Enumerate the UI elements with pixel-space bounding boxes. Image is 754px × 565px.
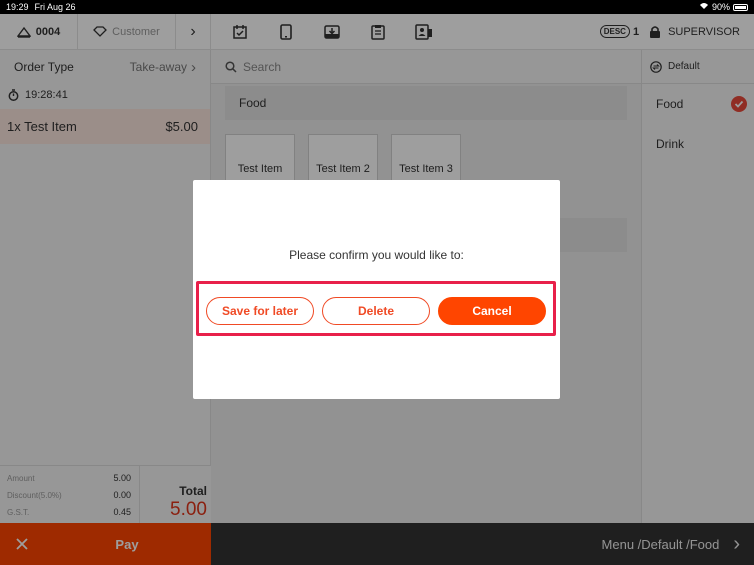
confirm-dialog: Please confirm you would like to: Save f… — [193, 180, 560, 399]
status-date: Fri Aug 26 — [34, 2, 76, 12]
save-for-later-button[interactable]: Save for later — [206, 297, 314, 325]
battery-percent: 90% — [711, 2, 730, 12]
battery-icon — [733, 3, 748, 11]
status-time: 19:29 — [6, 2, 29, 12]
delete-button[interactable]: Delete — [322, 297, 430, 325]
wifi-icon — [699, 2, 709, 12]
dialog-message: Please confirm you would like to: — [289, 248, 464, 262]
status-bar: 19:29 Fri Aug 26 90% — [0, 0, 754, 14]
cancel-button[interactable]: Cancel — [438, 297, 546, 325]
